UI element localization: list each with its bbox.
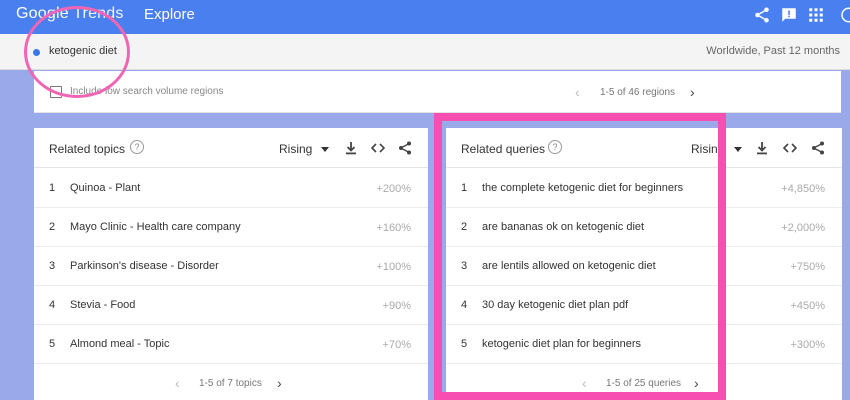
table-row[interactable]: 5 ketogenic diet plan for beginners +300… — [446, 325, 842, 364]
topics-pager-text: 1-5 of 7 topics — [199, 378, 262, 389]
related-queries-title: Related queries — [461, 142, 546, 156]
table-row[interactable]: 3 are lentils allowed on ketogenic diet … — [446, 247, 842, 286]
queries-pagination: ‹ 1-5 of 25 queries › — [446, 368, 842, 400]
row-value: +160% — [376, 222, 411, 234]
row-rank: 2 — [49, 221, 56, 233]
regions-pager-text: 1-5 of 46 regions — [600, 87, 676, 98]
include-low-volume-checkbox[interactable] — [50, 86, 62, 98]
row-rank: 1 — [49, 182, 56, 194]
row-name[interactable]: Stevia - Food — [70, 299, 135, 311]
logo-google-text: Google — [16, 5, 69, 22]
table-row[interactable]: 1 the complete ketogenic diet for beginn… — [446, 169, 842, 208]
related-topics-title: Related topics — [49, 142, 126, 156]
row-name[interactable]: Parkinson's disease - Disorder — [70, 260, 219, 272]
table-row[interactable]: 2 are bananas ok on ketogenic diet +2,00… — [446, 208, 842, 247]
search-scope: Worldwide, Past 12 months — [706, 45, 840, 57]
regions-next-icon[interactable]: › — [690, 84, 695, 100]
row-rank: 3 — [461, 260, 468, 272]
share-icon[interactable] — [397, 140, 413, 156]
chevron-down-icon[interactable] — [321, 147, 329, 152]
google-trends-logo[interactable]: Google Trends — [16, 5, 124, 23]
row-name[interactable]: 30 day ketogenic diet plan pdf — [482, 299, 628, 311]
queries-prev-icon[interactable]: ‹ — [582, 375, 587, 391]
row-value: +200% — [376, 183, 411, 195]
row-name[interactable]: ketogenic diet plan for beginners — [482, 338, 641, 350]
row-name[interactable]: Almond meal - Topic — [70, 338, 169, 350]
page-title: Explore — [144, 6, 195, 23]
logo-trends-text: Trends — [73, 5, 124, 22]
topics-next-icon[interactable]: › — [277, 375, 282, 391]
row-name[interactable]: are bananas ok on ketogenic diet — [482, 221, 644, 233]
related-queries-card: Related queries ? Rising 1 the complete … — [446, 128, 842, 400]
row-name[interactable]: Mayo Clinic - Health care company — [70, 221, 241, 233]
help-icon[interactable]: ? — [130, 140, 144, 154]
regions-panel: Include low search volume regions ‹ 1-5 … — [34, 71, 841, 113]
row-value: +750% — [790, 261, 825, 273]
download-icon[interactable] — [754, 140, 770, 156]
queries-filter-select[interactable]: Rising — [691, 142, 724, 156]
topics-prev-icon[interactable]: ‹ — [175, 375, 180, 391]
row-rank: 4 — [49, 299, 56, 311]
row-rank: 5 — [49, 338, 56, 350]
row-rank: 3 — [49, 260, 56, 272]
row-value: +300% — [790, 339, 825, 351]
account-icon[interactable] — [838, 6, 850, 24]
row-value: +450% — [790, 300, 825, 312]
topics-filter-select[interactable]: Rising — [279, 142, 312, 156]
row-value: +2,000% — [781, 222, 825, 234]
share-icon[interactable] — [810, 140, 826, 156]
table-row[interactable]: 5 Almond meal - Topic +70% — [34, 325, 428, 364]
search-term[interactable]: ketogenic diet — [49, 45, 117, 57]
row-rank: 4 — [461, 299, 468, 311]
download-icon[interactable] — [343, 140, 359, 156]
regions-prev-icon[interactable]: ‹ — [575, 84, 580, 100]
include-low-volume-label: Include low search volume regions — [70, 86, 224, 97]
table-row[interactable]: 1 Quinoa - Plant +200% — [34, 169, 428, 208]
row-rank: 2 — [461, 221, 468, 233]
topics-pagination: ‹ 1-5 of 7 topics › — [34, 368, 428, 400]
term-color-dot — [33, 49, 40, 56]
related-queries-header: Related queries ? Rising — [446, 128, 842, 168]
top-app-bar: Google Trends Explore — [0, 0, 850, 34]
row-value: +4,850% — [781, 183, 825, 195]
help-icon[interactable]: ? — [548, 140, 562, 154]
row-rank: 1 — [461, 182, 468, 194]
related-topics-card: Related topics ? Rising 1 Quinoa - Plant… — [34, 128, 428, 400]
row-name[interactable]: the complete ketogenic diet for beginner… — [482, 182, 683, 194]
apps-grid-icon[interactable] — [807, 6, 825, 24]
row-value: +70% — [382, 339, 411, 351]
queries-next-icon[interactable]: › — [694, 375, 699, 391]
table-row[interactable]: 4 Stevia - Food +90% — [34, 286, 428, 325]
embed-code-icon[interactable] — [370, 140, 386, 156]
share-icon[interactable] — [753, 6, 771, 24]
row-value: +100% — [376, 261, 411, 273]
row-name[interactable]: are lentils allowed on ketogenic diet — [482, 260, 656, 272]
row-value: +90% — [382, 300, 411, 312]
table-row[interactable]: 4 30 day ketogenic diet plan pdf +450% — [446, 286, 842, 325]
table-row[interactable]: 2 Mayo Clinic - Health care company +160… — [34, 208, 428, 247]
table-row[interactable]: 3 Parkinson's disease - Disorder +100% — [34, 247, 428, 286]
related-topics-header: Related topics ? Rising — [34, 128, 428, 168]
search-term-bar: ketogenic diet Worldwide, Past 12 months — [0, 34, 850, 70]
embed-code-icon[interactable] — [782, 140, 798, 156]
feedback-icon[interactable] — [780, 6, 798, 24]
chevron-down-icon[interactable] — [734, 147, 742, 152]
queries-pager-text: 1-5 of 25 queries — [606, 378, 682, 389]
row-rank: 5 — [461, 338, 468, 350]
row-name[interactable]: Quinoa - Plant — [70, 182, 140, 194]
